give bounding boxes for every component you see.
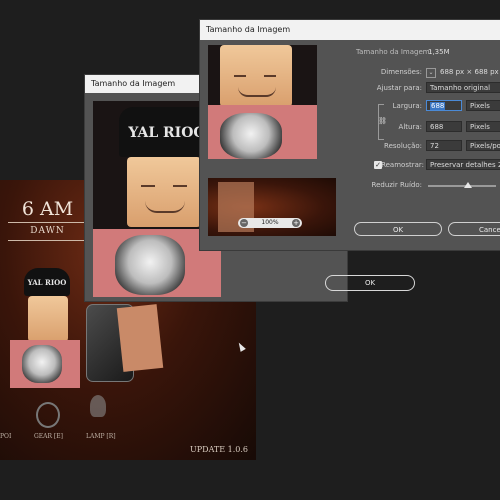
image-size-dialog: Tamanho da Imagem − 100% + Tamanho da Im… [199, 19, 500, 251]
dimensions-value: 688 px × 688 px [440, 68, 499, 76]
resample-dropdown[interactable]: Preservar detalhes 2.0 [426, 159, 500, 170]
fit-to-dropdown[interactable]: Tamanho original [426, 82, 500, 93]
face-eye [141, 185, 155, 187]
face-eye [234, 75, 246, 77]
avatar-hat: YAL RIOO [24, 268, 70, 296]
avatar-face [127, 157, 201, 227]
card-item-icon [116, 304, 164, 372]
resolution-input[interactable]: 72 [426, 140, 462, 151]
cat-image [22, 345, 62, 383]
dimensions-dropdown-icon[interactable]: ⌄ [426, 68, 436, 78]
cancel-button[interactable]: Cancel [448, 222, 500, 236]
width-unit-dropdown[interactable]: Pixels [466, 100, 500, 111]
period-text: DAWN [30, 226, 65, 236]
face-smile [145, 201, 185, 213]
face-eye [173, 185, 187, 187]
hat-text: YAL RIOO [27, 278, 67, 287]
avatar-face [28, 296, 68, 342]
height-input[interactable]: 688 [426, 121, 462, 132]
zoom-out-button[interactable]: − [240, 219, 248, 227]
noise-reduction-label: Reduzir Ruído: [371, 181, 422, 189]
width-label: Largura: [392, 102, 422, 110]
hat-text: YAL RIOO [128, 125, 206, 141]
width-input[interactable]: 688 [426, 100, 462, 111]
cat-image [115, 235, 185, 295]
resolution-unit-dropdown[interactable]: Pixels/pol [466, 140, 500, 151]
divider [8, 222, 88, 223]
dialog-titlebar[interactable]: Tamanho da Imagem [200, 20, 500, 40]
image-size-label: Tamanho da Imagem: [356, 48, 432, 56]
ok-button[interactable]: OK [354, 222, 442, 236]
fit-to-label: Ajustar para: [376, 84, 422, 92]
face-smile [238, 87, 276, 97]
face-eye [264, 75, 276, 77]
height-unit-dropdown[interactable]: Pixels [466, 121, 500, 132]
zoom-in-button[interactable]: + [292, 219, 300, 227]
ok-button[interactable]: OK [325, 275, 415, 291]
dimensions-label: Dimensões: [380, 68, 422, 76]
clock-text: 6 AM [21, 198, 74, 220]
gear-icon [36, 402, 60, 428]
dialog-title: Tamanho da Imagem [206, 25, 291, 34]
dialog-title: Tamanho da Imagem [91, 79, 176, 88]
cat-image [220, 113, 282, 159]
resolution-label: Resolução: [384, 142, 422, 150]
image-size-value: 1,35M [428, 48, 450, 56]
zoom-value: 100% [261, 219, 279, 226]
gear-label: GEAR [E] [34, 433, 63, 440]
image-preview[interactable] [208, 45, 317, 159]
lamp-icon [90, 395, 106, 417]
width-value: 688 [430, 102, 446, 110]
lamp-label: LAMP [R] [86, 433, 116, 440]
height-label: Altura: [398, 123, 422, 131]
noise-reduction-slider[interactable] [428, 185, 496, 187]
poi-label: POI [0, 433, 12, 440]
update-text: UPDATE 1.0.6 [190, 445, 248, 454]
noise-reduction-slider-knob[interactable] [464, 182, 472, 188]
zoom-control: − 100% + [238, 218, 302, 228]
resample-label: Reamostrar: [381, 161, 424, 169]
avatar-face [220, 45, 292, 107]
divider [8, 240, 88, 241]
